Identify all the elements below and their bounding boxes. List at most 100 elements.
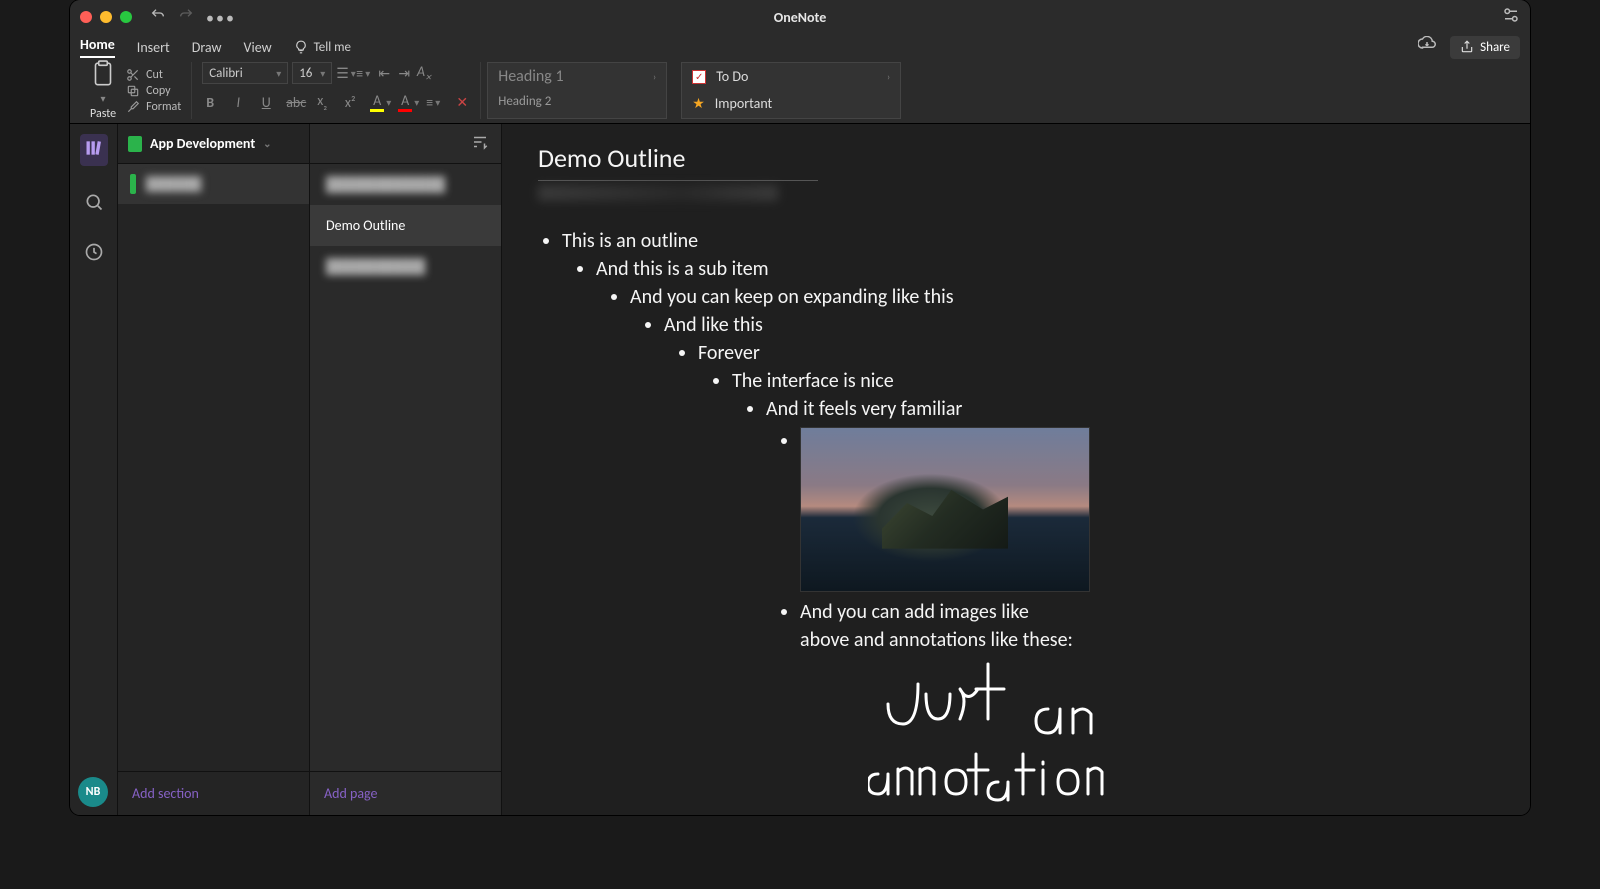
menu-tabs: Home Insert Draw View Tell me Share: [70, 34, 1530, 60]
add-section-button[interactable]: Add section: [118, 771, 309, 815]
share-icon: [1460, 40, 1474, 54]
superscript-button[interactable]: x²: [342, 94, 358, 111]
outline-item[interactable]: The interface is nice: [732, 367, 1494, 395]
avatar-initials: NB: [86, 785, 101, 799]
font-name-combo[interactable]: Calibri▾: [202, 62, 288, 84]
page-date-redacted: [538, 185, 778, 201]
style-heading2[interactable]: Heading 2: [488, 90, 666, 113]
page-title-field[interactable]: Demo Outline: [538, 140, 818, 181]
font-color-button[interactable]: A▾: [398, 92, 414, 112]
highlight-button[interactable]: A▾: [370, 92, 386, 112]
chevron-down-icon: ⌄: [263, 137, 271, 150]
tag-important[interactable]: ★ Important: [682, 90, 900, 117]
titlebar: ••• OneNote: [70, 0, 1530, 34]
notebook-icon: [128, 136, 142, 152]
outline-container[interactable]: This is an outline And this is a sub ite…: [538, 227, 1494, 654]
font-size-combo[interactable]: 16▾: [292, 62, 332, 84]
page-title: Demo Outline: [326, 217, 405, 234]
tab-home[interactable]: Home: [80, 36, 115, 58]
clock-icon: [84, 242, 104, 262]
copy-button[interactable]: Copy: [126, 84, 181, 98]
strikethrough-button[interactable]: abc: [286, 94, 302, 111]
window-controls: [80, 11, 132, 23]
styles-gallery[interactable]: Heading 1 › Heading 2: [487, 62, 667, 119]
tell-me-label: Tell me: [314, 40, 351, 55]
nav-rail: [70, 124, 118, 815]
outline-item[interactable]: And you can keep on expanding like this: [630, 283, 1494, 311]
tab-draw[interactable]: Draw: [192, 39, 222, 56]
undo-button[interactable]: [150, 7, 166, 27]
outline-item[interactable]: And you can add images like above and an…: [800, 598, 1080, 654]
clear-formatting-button[interactable]: A✕: [416, 63, 432, 83]
notebook-selector[interactable]: App Development ⌄: [118, 124, 309, 164]
section-name-redacted: ██████: [146, 176, 201, 192]
tab-view[interactable]: View: [244, 39, 272, 56]
redo-button[interactable]: [178, 7, 194, 27]
rail-notebooks[interactable]: [80, 134, 108, 166]
bold-button[interactable]: B: [202, 94, 218, 111]
clipboard-icon: [90, 60, 116, 90]
add-page-button[interactable]: Add page: [310, 771, 501, 815]
outline-image-item[interactable]: [800, 427, 1494, 592]
tell-me-search[interactable]: Tell me: [294, 40, 351, 55]
tag-important-label: Important: [715, 95, 772, 112]
page-item[interactable]: ████████████: [310, 164, 501, 205]
page-canvas[interactable]: Demo Outline This is an outline And this…: [502, 124, 1530, 815]
align-button[interactable]: ≡▾: [426, 94, 442, 111]
sections-panel: App Development ⌄ ██████ Add section: [118, 124, 310, 815]
pages-panel: ████████████ Demo Outline ██████████ Add…: [310, 124, 502, 815]
share-label: Share: [1480, 40, 1510, 55]
format-painter-button[interactable]: Format: [126, 100, 181, 114]
page-title-redacted: ██████████: [326, 258, 425, 275]
outline-item[interactable]: Forever: [698, 339, 1494, 367]
ribbon-mode-button[interactable]: [1502, 13, 1520, 28]
paste-label: Paste: [90, 107, 116, 121]
indent-button[interactable]: ⇥: [396, 65, 412, 82]
numbered-list-button[interactable]: ≡▾: [356, 65, 372, 82]
library-icon: [84, 138, 104, 158]
add-section-label: Add section: [132, 785, 199, 802]
search-icon: [84, 192, 104, 212]
bullet-list-button[interactable]: ☰▾: [336, 65, 352, 82]
cut-button[interactable]: Cut: [126, 68, 181, 82]
app-title: OneNote: [774, 9, 827, 26]
checkbox-icon: ✓: [692, 70, 706, 84]
delete-button[interactable]: ✕: [454, 94, 470, 111]
fullscreen-window-button[interactable]: [120, 11, 132, 23]
underline-button[interactable]: U: [258, 94, 274, 111]
account-avatar[interactable]: NB: [78, 777, 108, 807]
font-size-value: 16: [299, 66, 312, 81]
chevron-right-icon: ›: [653, 70, 656, 83]
outline-item[interactable]: And like this: [664, 311, 1494, 339]
embedded-image[interactable]: [800, 427, 1090, 592]
page-title-redacted: ████████████: [326, 176, 445, 193]
sort-pages-button[interactable]: [471, 133, 489, 155]
outline-item[interactable]: And it feels very familiar: [766, 395, 1494, 423]
subscript-button[interactable]: x₂: [314, 92, 330, 113]
qat-more-button[interactable]: •••: [206, 9, 222, 25]
minimize-window-button[interactable]: [100, 11, 112, 23]
page-item[interactable]: ██████████: [310, 246, 501, 287]
italic-button[interactable]: I: [230, 94, 246, 111]
outdent-button[interactable]: ⇤: [376, 65, 392, 82]
tags-gallery[interactable]: ✓ To Do › ★ Important: [681, 62, 901, 119]
ink-annotation[interactable]: [868, 654, 1188, 804]
page-item[interactable]: Demo Outline: [310, 205, 501, 246]
copy-icon: [126, 84, 140, 98]
style-heading2-label: Heading 2: [498, 94, 551, 109]
share-button[interactable]: Share: [1450, 36, 1520, 59]
tab-insert[interactable]: Insert: [137, 39, 170, 56]
close-window-button[interactable]: [80, 11, 92, 23]
paste-button[interactable]: ▾ Paste: [86, 58, 120, 123]
notebook-name: App Development: [150, 135, 255, 152]
tag-todo[interactable]: ✓ To Do ›: [682, 63, 900, 90]
sync-status-icon[interactable]: [1418, 36, 1436, 58]
section-item[interactable]: ██████: [118, 164, 309, 204]
rail-recent[interactable]: [84, 242, 104, 266]
rail-search[interactable]: [84, 192, 104, 216]
outline-item[interactable]: This is an outline: [562, 227, 1494, 255]
style-heading1[interactable]: Heading 1 ›: [488, 63, 666, 90]
font-name-value: Calibri: [209, 66, 242, 81]
outline-item[interactable]: And this is a sub item: [596, 255, 1494, 283]
tag-todo-label: To Do: [716, 68, 748, 85]
